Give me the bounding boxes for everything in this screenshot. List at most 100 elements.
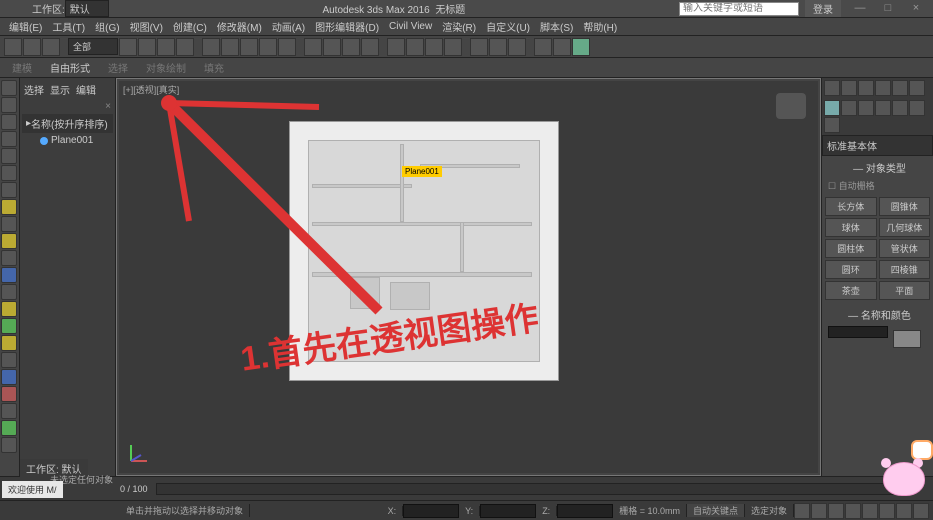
helpers-icon[interactable] (892, 100, 908, 116)
coord-z-input[interactable] (557, 504, 613, 518)
timeline[interactable]: 0 / 100 (0, 476, 933, 500)
cmd-utilities-icon[interactable] (909, 80, 925, 96)
pivot-button[interactable] (278, 38, 296, 56)
scene-tab-display[interactable]: 显示 (50, 82, 70, 97)
ltool-17[interactable] (1, 352, 17, 368)
viewport-label[interactable]: [+][透视][真实] (123, 83, 179, 96)
close-button[interactable]: × (903, 2, 929, 16)
primitive-dropdown[interactable]: 标准基本体 (822, 135, 933, 156)
ltool-18[interactable] (1, 369, 17, 385)
btn-teapot[interactable]: 茶壶 (825, 281, 877, 300)
scene-tab-select[interactable]: 选择 (24, 82, 44, 97)
shapes-icon[interactable] (841, 100, 857, 116)
menu-grapheditors[interactable]: 图形编辑器(D) (312, 19, 382, 34)
ltool-13[interactable] (1, 284, 17, 300)
scale-button[interactable] (240, 38, 258, 56)
rotate-button[interactable] (221, 38, 239, 56)
ltool-8[interactable] (1, 199, 17, 215)
cmd-create-icon[interactable] (824, 80, 840, 96)
workspace-dropdown[interactable]: 默认 (65, 0, 109, 17)
menu-modifiers[interactable]: 修改器(M) (214, 19, 265, 34)
ltool-22[interactable] (1, 437, 17, 453)
btn-geosphere[interactable]: 几何球体 (879, 218, 931, 237)
btn-cylinder[interactable]: 圆柱体 (825, 239, 877, 258)
minimize-button[interactable]: — (847, 2, 873, 16)
viewport-perspective[interactable]: [+][透视][真实] Plane001 1.首先在透视图操作 (116, 78, 821, 476)
scene-header[interactable]: ▸ 名称(按升序排序) (22, 114, 113, 133)
cmd-motion-icon[interactable] (875, 80, 891, 96)
geom-icon[interactable] (824, 100, 840, 116)
coord-x-input[interactable] (403, 504, 459, 518)
select-name-button[interactable] (138, 38, 156, 56)
curve-editor-button[interactable] (470, 38, 488, 56)
ltool-1[interactable] (1, 80, 17, 96)
move-button[interactable] (202, 38, 220, 56)
scene-tab-edit[interactable]: 编辑 (76, 82, 96, 97)
space-warps-icon[interactable] (909, 100, 925, 116)
ltool-7[interactable] (1, 182, 17, 198)
menu-tools[interactable]: 工具(T) (49, 19, 88, 34)
object-name-input[interactable] (828, 326, 888, 338)
cameras-icon[interactable] (875, 100, 891, 116)
ltool-15[interactable] (1, 318, 17, 334)
btn-sphere[interactable]: 球体 (825, 218, 877, 237)
nav-maxview-icon[interactable] (913, 503, 929, 519)
ltool-4[interactable] (1, 131, 17, 147)
select-region-button[interactable] (157, 38, 175, 56)
btn-pyramid[interactable]: 四棱锥 (879, 260, 931, 279)
percent-snap-toggle[interactable] (342, 38, 360, 56)
select-button[interactable] (119, 38, 137, 56)
maximize-button[interactable]: □ (875, 2, 901, 16)
menu-civilview[interactable]: Civil View (386, 21, 435, 32)
ltool-9[interactable] (1, 216, 17, 232)
btn-torus[interactable]: 圆环 (825, 260, 877, 279)
btn-plane[interactable]: 平面 (879, 281, 931, 300)
ltool-19[interactable] (1, 386, 17, 402)
layer-button[interactable] (444, 38, 462, 56)
cmd-display-icon[interactable] (892, 80, 908, 96)
ltool-21[interactable] (1, 420, 17, 436)
time-slider[interactable] (156, 483, 913, 495)
ltool-10[interactable] (1, 233, 17, 249)
angle-snap-toggle[interactable] (323, 38, 341, 56)
menu-script[interactable]: 脚本(S) (537, 19, 576, 34)
search-input[interactable] (679, 2, 799, 16)
render-frame-button[interactable] (553, 38, 571, 56)
nav-panview-icon[interactable] (896, 503, 912, 519)
undo-button[interactable] (4, 38, 22, 56)
refcoord-button[interactable] (259, 38, 277, 56)
lights-icon[interactable] (858, 100, 874, 116)
snap-toggle[interactable] (304, 38, 322, 56)
selset-label[interactable]: 选定对象 (745, 504, 794, 517)
scene-close[interactable]: × (22, 99, 113, 114)
nav-zoomall-icon[interactable] (862, 503, 878, 519)
menu-animation[interactable]: 动画(A) (269, 19, 308, 34)
render-setup-button[interactable] (534, 38, 552, 56)
ribbon-objectpaint[interactable]: 对象绘制 (140, 59, 192, 76)
coord-y-input[interactable] (480, 504, 536, 518)
named-selection-button[interactable] (387, 38, 405, 56)
nav-fov-icon[interactable] (879, 503, 895, 519)
cmd-hierarchy-icon[interactable] (858, 80, 874, 96)
redo-button[interactable] (23, 38, 41, 56)
align-button[interactable] (425, 38, 443, 56)
menu-group[interactable]: 组(G) (92, 19, 122, 34)
window-crossing-button[interactable] (176, 38, 194, 56)
ribbon-modeling[interactable]: 建模 (6, 59, 38, 76)
ltool-6[interactable] (1, 165, 17, 181)
spinner-snap-toggle[interactable] (361, 38, 379, 56)
ltool-11[interactable] (1, 250, 17, 266)
login-button[interactable]: 登录 (805, 0, 841, 17)
ltool-20[interactable] (1, 403, 17, 419)
ltool-12[interactable] (1, 267, 17, 283)
cmd-modify-icon[interactable] (841, 80, 857, 96)
nav-max-icon[interactable] (845, 503, 861, 519)
menu-help[interactable]: 帮助(H) (580, 19, 620, 34)
nav-pan-icon[interactable] (794, 503, 810, 519)
nav-zoom-icon[interactable] (811, 503, 827, 519)
btn-cone[interactable]: 圆锥体 (879, 197, 931, 216)
render-button[interactable] (572, 38, 590, 56)
ltool-16[interactable] (1, 335, 17, 351)
ribbon-selection[interactable]: 选择 (102, 59, 134, 76)
selection-filter[interactable]: 全部 (68, 38, 118, 55)
